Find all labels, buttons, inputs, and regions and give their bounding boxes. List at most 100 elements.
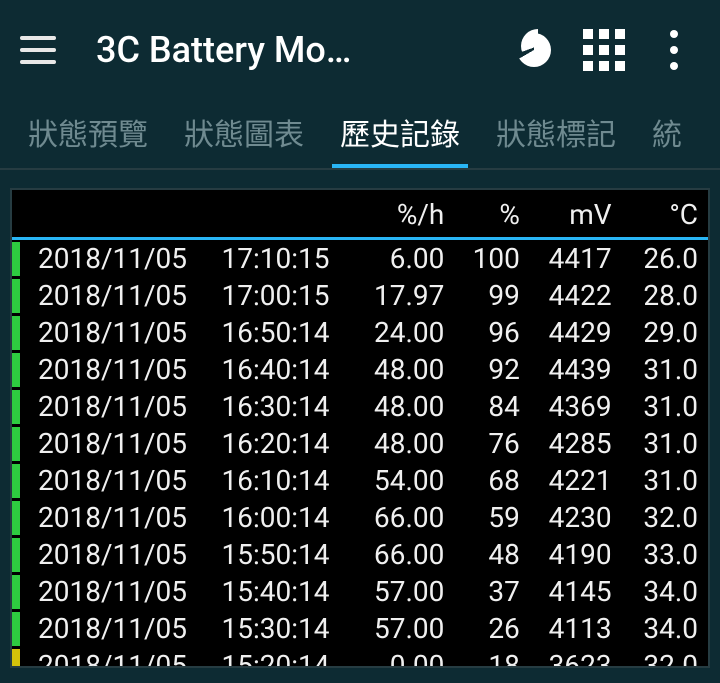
col-rate: %/h (352, 190, 455, 239)
cell-temperature: 28.0 (622, 277, 708, 314)
cell-time: 15:30:14 (211, 610, 351, 647)
table-row[interactable]: 2018/11/0516:10:1454.0068422131.0 (12, 462, 708, 499)
status-mark (12, 316, 20, 350)
cell-percent: 76 (454, 425, 530, 462)
cell-time: 15:40:14 (211, 573, 351, 610)
table-row[interactable]: 2018/11/0516:20:1448.0076428531.0 (12, 425, 708, 462)
cell-percent: 48 (454, 536, 530, 573)
cell-millivolt: 4429 (530, 314, 622, 351)
col-millivolt: mV (530, 190, 622, 239)
cell-rate: 48.00 (352, 388, 455, 425)
cell-millivolt: 4439 (530, 351, 622, 388)
cell-time: 15:20:14 (211, 647, 351, 668)
overflow-menu-icon[interactable] (648, 24, 700, 76)
status-mark (12, 353, 20, 387)
cell-date: 2018/11/05 (28, 536, 211, 573)
cell-date: 2018/11/05 (28, 351, 211, 388)
table-row[interactable]: 2018/11/0515:40:1457.0037414534.0 (12, 573, 708, 610)
cell-temperature: 26.0 (622, 239, 708, 278)
table-row[interactable]: 2018/11/0516:50:1424.0096442929.0 (12, 314, 708, 351)
table-row[interactable]: 2018/11/0515:20:140.0018362332.0 (12, 647, 708, 668)
status-mark (12, 538, 20, 572)
cell-rate: 66.00 (352, 499, 455, 536)
cell-millivolt: 4230 (530, 499, 622, 536)
cell-temperature: 31.0 (622, 462, 708, 499)
status-mark (12, 649, 20, 669)
cell-millivolt: 4221 (530, 462, 622, 499)
cell-temperature: 32.0 (622, 499, 708, 536)
cell-time: 16:30:14 (211, 388, 351, 425)
cell-date: 2018/11/05 (28, 610, 211, 647)
cell-rate: 24.00 (352, 314, 455, 351)
cell-rate: 57.00 (352, 573, 455, 610)
cell-rate: 57.00 (352, 610, 455, 647)
cell-time: 16:40:14 (211, 351, 351, 388)
cell-temperature: 33.0 (622, 536, 708, 573)
cell-time: 15:50:14 (211, 536, 351, 573)
cell-date: 2018/11/05 (28, 647, 211, 668)
cell-percent: 99 (454, 277, 530, 314)
menu-icon[interactable] (20, 26, 68, 74)
table-row[interactable]: 2018/11/0515:30:1457.0026411334.0 (12, 610, 708, 647)
app-bar: 3C Battery Mo… (0, 0, 720, 100)
col-time (211, 190, 351, 239)
tab-1[interactable]: 狀態圖表 (166, 110, 322, 168)
cell-time: 17:00:15 (211, 277, 351, 314)
status-mark (12, 612, 20, 646)
cell-millivolt: 4369 (530, 388, 622, 425)
cell-time: 16:20:14 (211, 425, 351, 462)
cell-temperature: 34.0 (622, 610, 708, 647)
cell-percent: 92 (454, 351, 530, 388)
table-row[interactable]: 2018/11/0516:00:1466.0059423032.0 (12, 499, 708, 536)
cell-time: 16:10:14 (211, 462, 351, 499)
cell-millivolt: 4113 (530, 610, 622, 647)
cell-millivolt: 4285 (530, 425, 622, 462)
cell-date: 2018/11/05 (28, 499, 211, 536)
cell-rate: 66.00 (352, 536, 455, 573)
table-row[interactable]: 2018/11/0517:10:156.00100441726.0 (12, 239, 708, 278)
cell-percent: 100 (454, 239, 530, 278)
tab-2[interactable]: 歷史記錄 (322, 110, 478, 168)
table-row[interactable]: 2018/11/0517:00:1517.9799442228.0 (12, 277, 708, 314)
history-table: %/h % mV °C 2018/11/0517:10:156.00100441… (12, 190, 708, 668)
table-header-row: %/h % mV °C (12, 190, 708, 239)
table-row[interactable]: 2018/11/0516:30:1448.0084436931.0 (12, 388, 708, 425)
cell-date: 2018/11/05 (28, 425, 211, 462)
table-row[interactable]: 2018/11/0516:40:1448.0092443931.0 (12, 351, 708, 388)
cell-percent: 18 (454, 647, 530, 668)
col-date (28, 190, 211, 239)
status-mark (12, 427, 20, 461)
cell-millivolt: 3623 (530, 647, 622, 668)
col-percent: % (454, 190, 530, 239)
cell-rate: 0.00 (352, 647, 455, 668)
pie-chart-icon[interactable] (508, 24, 560, 76)
cell-millivolt: 4145 (530, 573, 622, 610)
status-mark (12, 279, 20, 313)
cell-millivolt: 4417 (530, 239, 622, 278)
cell-time: 17:10:15 (211, 239, 351, 278)
cell-percent: 59 (454, 499, 530, 536)
cell-percent: 96 (454, 314, 530, 351)
table-row[interactable]: 2018/11/0515:50:1466.0048419033.0 (12, 536, 708, 573)
cell-percent: 26 (454, 610, 530, 647)
tab-0[interactable]: 狀態預覽 (10, 110, 166, 168)
cell-rate: 48.00 (352, 425, 455, 462)
cell-date: 2018/11/05 (28, 573, 211, 610)
cell-date: 2018/11/05 (28, 388, 211, 425)
history-panel: %/h % mV °C 2018/11/0517:10:156.00100441… (10, 188, 710, 668)
grid-icon[interactable] (578, 24, 630, 76)
status-mark (12, 390, 20, 424)
cell-rate: 54.00 (352, 462, 455, 499)
app-title: 3C Battery Mo… (96, 29, 351, 71)
col-temperature: °C (622, 190, 708, 239)
cell-date: 2018/11/05 (28, 239, 211, 278)
cell-millivolt: 4422 (530, 277, 622, 314)
cell-date: 2018/11/05 (28, 462, 211, 499)
cell-rate: 17.97 (352, 277, 455, 314)
tab-3[interactable]: 狀態標記 (478, 110, 634, 168)
tab-4[interactable]: 統 (634, 110, 700, 168)
status-mark (12, 575, 20, 609)
tab-bar: 狀態預覽狀態圖表歷史記錄狀態標記統 (0, 100, 720, 170)
cell-time: 16:00:14 (211, 499, 351, 536)
cell-temperature: 29.0 (622, 314, 708, 351)
